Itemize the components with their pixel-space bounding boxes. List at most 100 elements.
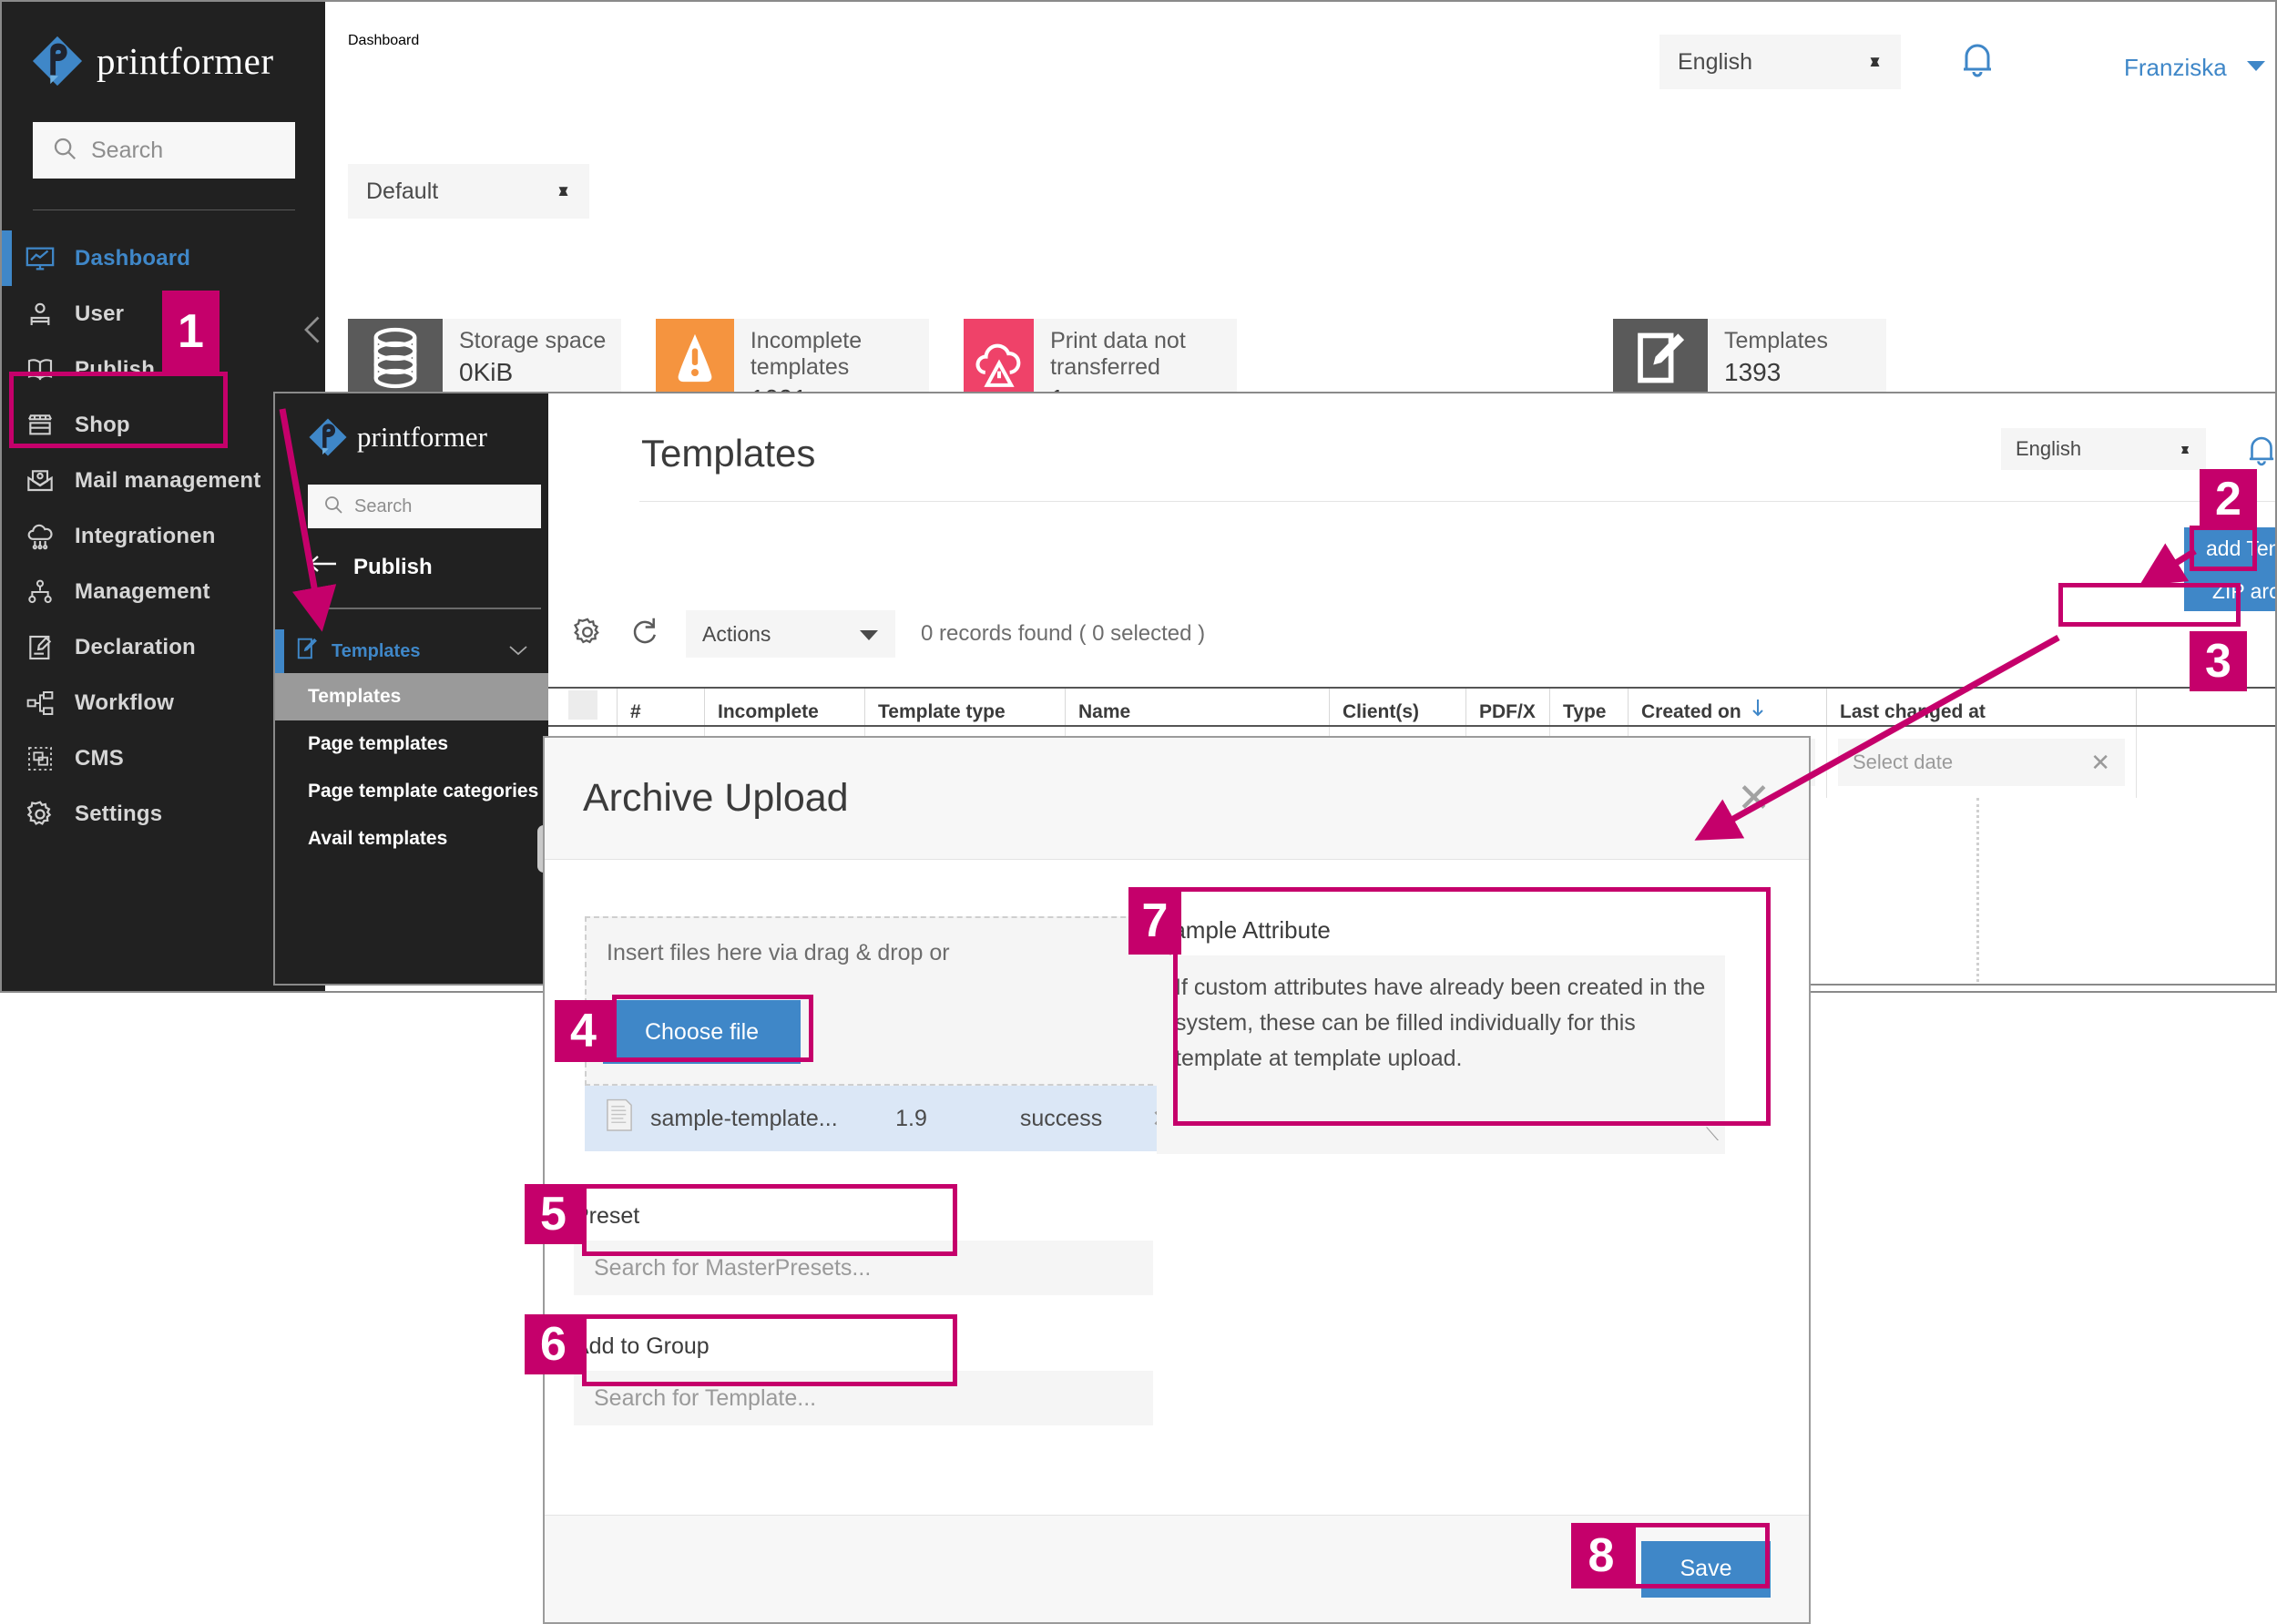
back-label: Publish [353, 555, 433, 580]
search-placeholder: Search [354, 496, 412, 517]
sidebar-item-label: Dashboard [75, 246, 190, 271]
table-column-header-created-on[interactable]: Created on [1629, 689, 1827, 725]
warning-triangle-icon [656, 319, 734, 396]
arrow-left-icon [308, 554, 339, 580]
printformer-logo-icon [31, 35, 84, 87]
records-count: 0 records found ( 0 selected ) [921, 621, 1205, 647]
last-changed-date-filter[interactable]: Select date ✕ [1838, 739, 2125, 786]
monitor-chart-icon [24, 242, 56, 275]
language-select[interactable]: English ▲▼ [1659, 35, 1901, 89]
sidebar-item-user[interactable]: User [2, 286, 325, 342]
back-to-publish-button[interactable]: Publish [308, 554, 548, 580]
close-x-icon[interactable]: ✕ [1737, 779, 1771, 819]
add-to-group-input[interactable]: Search for Template... [574, 1371, 1153, 1425]
client-select-value: Default [366, 179, 438, 205]
sidebar-subitem-page-template-categories[interactable]: Page template categories [275, 768, 548, 815]
sidebar-item-dashboard[interactable]: Dashboard [2, 230, 325, 286]
sidebar-subitem-page-templates[interactable]: Page templates [275, 720, 548, 768]
sidebar-item-publish[interactable]: Publish [2, 342, 325, 397]
document-edit-icon [24, 631, 56, 664]
sidebar-item-label: Declaration [75, 635, 196, 660]
table-column-header[interactable]: Client(s) [1330, 689, 1466, 725]
table-column-header[interactable]: Type [1550, 689, 1629, 725]
sidebar-subitem-label: Page template categories [308, 781, 538, 802]
search-input[interactable]: Search [308, 485, 541, 528]
save-label: Save [1680, 1556, 1732, 1582]
sidebar-group-templates[interactable]: Templates [275, 629, 548, 673]
sidebar-item-label: Shop [75, 413, 130, 438]
file-status: success [1020, 1106, 1102, 1132]
language-value: English [1678, 49, 1752, 76]
file-document-icon [605, 1098, 634, 1139]
search-placeholder: Search [91, 138, 163, 164]
gear-icon[interactable] [571, 616, 604, 653]
search-input[interactable]: Search [33, 122, 295, 179]
brand-name: printformer [97, 39, 273, 83]
close-x-icon[interactable]: ✕ [2090, 749, 2110, 777]
zip-archive-import-button[interactable]: ZIP archive import [2199, 573, 2277, 609]
zip-import-label: ZIP archive import [2212, 579, 2277, 604]
mail-icon [24, 465, 56, 497]
table-column-label: Created on [1641, 701, 1741, 723]
kpi-card-storage-space[interactable]: Storage space 0KiB [348, 319, 621, 396]
preset-field: Preset Search for MasterPresets... [574, 1203, 1153, 1295]
kpi-card-incomplete-templates[interactable]: Incomplete templates 1091 [656, 319, 929, 396]
chevron-down-icon [2245, 57, 2267, 78]
sample-attribute-textarea[interactable]: If custom attributes have already been c… [1157, 955, 1725, 1154]
date-placeholder: Select date [1853, 751, 1953, 774]
table-column-header[interactable]: PDF/X [1466, 689, 1550, 725]
uploaded-file-row: sample-template... 1.9 success ✕ [585, 1086, 1171, 1151]
sidebar-group-label: Templates [332, 641, 495, 662]
add-to-group-label: Add to Group [574, 1333, 1153, 1360]
language-value: English [2016, 437, 2081, 461]
search-icon [322, 494, 344, 520]
sidebar-item-label: Settings [75, 802, 162, 827]
dropzone-text: Insert files here via drag & drop or [607, 940, 1169, 966]
notifications-button[interactable] [1955, 36, 1999, 88]
kpi-label: Print data not transferred [1050, 328, 1237, 381]
choose-file-button[interactable]: Choose file [603, 1000, 801, 1064]
client-select[interactable]: Default ▲▼ [348, 164, 589, 219]
choose-file-label: Choose file [645, 1019, 759, 1046]
resize-grip-icon[interactable]: ⟍ [1706, 1121, 1719, 1149]
add-template-split-button[interactable]: add Template ZIP archive import [2184, 527, 2277, 611]
sidebar-subitem-label: Page templates [308, 733, 448, 755]
sidebar-collapse-button[interactable] [298, 312, 331, 356]
kpi-card-templates[interactable]: Templates 1393 [1613, 319, 1886, 396]
file-size: 1.9 [895, 1106, 927, 1132]
table-column-header[interactable]: Last changed at [1827, 689, 2137, 725]
arrow-down-icon [1751, 698, 1765, 723]
sidebar-subitem-avail-templates[interactable]: Avail templates [275, 815, 548, 863]
user-menu[interactable]: Franziska [2124, 42, 2277, 94]
bell-icon [1955, 36, 1999, 88]
chevron-down-icon [859, 622, 879, 647]
modal-header: Archive Upload ✕ [545, 738, 1809, 860]
file-dropzone[interactable]: Insert files here via drag & drop or Cho… [585, 916, 1171, 1086]
page-title: Templates [641, 432, 815, 475]
refresh-icon[interactable] [629, 616, 660, 653]
table-column-header[interactable]: Name [1066, 689, 1330, 725]
sidebar-subitem-templates[interactable]: Templates [275, 673, 548, 720]
screenshot-root: printformer Search [0, 0, 2277, 1624]
sidebar-item-label: User [75, 301, 124, 327]
table-toolbar: Actions 0 records found ( 0 selected ) [571, 610, 1205, 658]
save-button[interactable]: Save [1641, 1541, 1771, 1598]
sample-attribute-field: Sample Attribute If custom attributes ha… [1157, 916, 1740, 1154]
sidebar-item-label: Workflow [75, 690, 174, 716]
table-column-header[interactable]: Template type [865, 689, 1066, 725]
table-grid-line [1976, 798, 1979, 986]
notifications-button[interactable] [2242, 430, 2277, 476]
gear-icon [24, 798, 56, 831]
table-column-header[interactable]: Incomplete [705, 689, 865, 725]
actions-select[interactable]: Actions [686, 610, 895, 658]
preset-placeholder: Search for MasterPresets... [594, 1255, 871, 1282]
preset-input[interactable]: Search for MasterPresets... [574, 1241, 1153, 1295]
kpi-label: Storage space [459, 328, 606, 354]
sidebar-item-label: Mail management [75, 468, 260, 494]
modal-title: Archive Upload [583, 776, 849, 821]
language-select[interactable]: English ▲▼ [2001, 428, 2206, 470]
table-header-row: # Incomplete Template type Name Client(s… [548, 687, 2275, 727]
table-column-header[interactable]: # [618, 689, 705, 725]
sample-attribute-value: If custom attributes have already been c… [1175, 975, 1705, 1071]
select-all-checkbox[interactable] [548, 689, 618, 725]
